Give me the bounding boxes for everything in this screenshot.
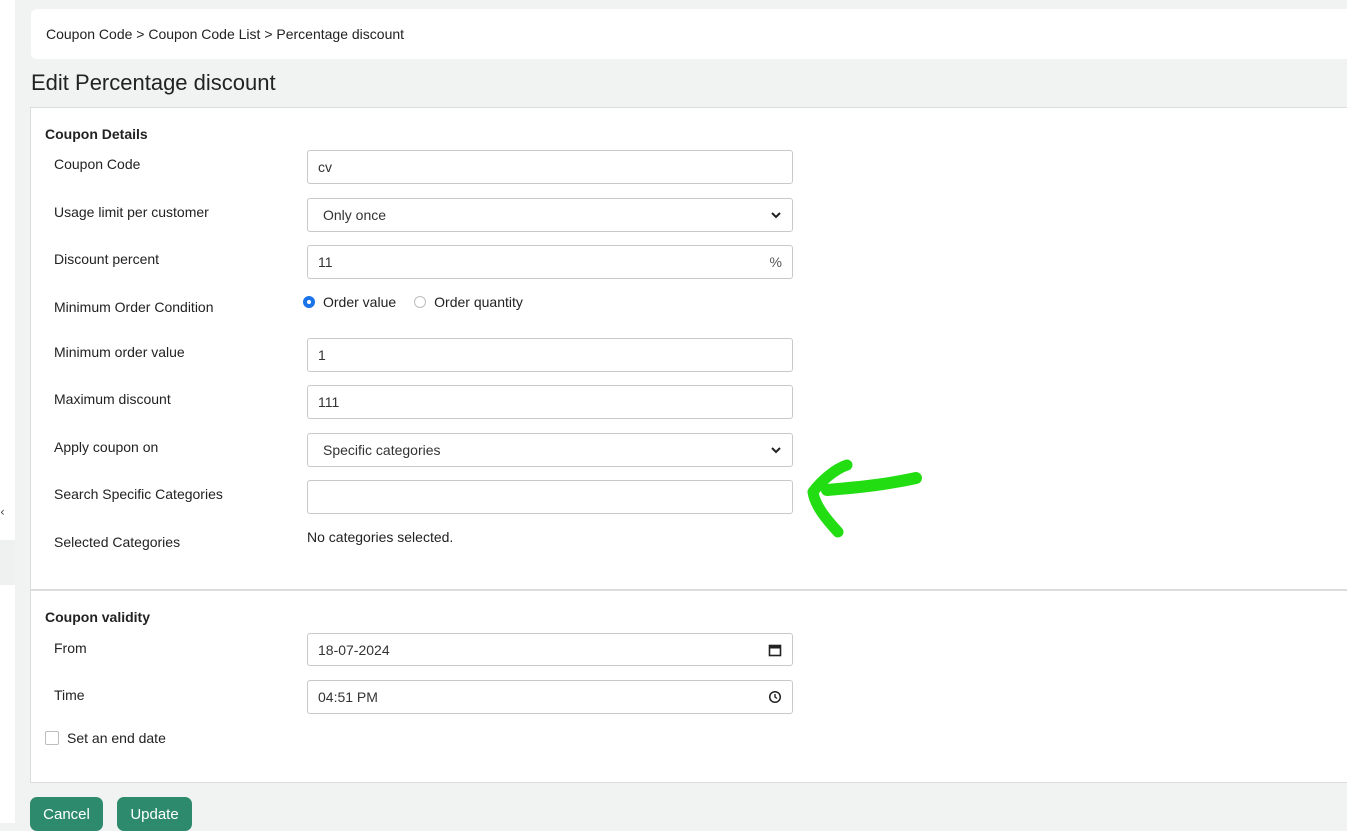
end-date-checkbox[interactable] (45, 731, 59, 745)
discount-percent-label: Discount percent (54, 251, 160, 267)
clock-icon[interactable] (768, 690, 782, 704)
section-title-coupon-validity: Coupon validity (45, 609, 150, 625)
breadcrumb-bar: Coupon Code > Coupon Code List > Percent… (31, 9, 1347, 59)
coupon-validity-card: Coupon validity From 18-07-2024 Time 04:… (30, 590, 1347, 783)
coupon-code-label: Coupon Code (54, 156, 141, 172)
discount-percent-input[interactable]: 11 % (307, 245, 793, 279)
min-order-condition-label: Minimum Order Condition (54, 299, 214, 315)
search-categories-label: Search Specific Categories (54, 486, 223, 502)
max-discount-label: Maximum discount (54, 391, 171, 407)
cancel-button[interactable]: Cancel (30, 797, 103, 831)
coupon-details-card: Coupon Details Coupon Code cv Usage limi… (30, 107, 1347, 590)
max-discount-value: 111 (318, 394, 340, 410)
apply-coupon-on-label: Apply coupon on (54, 439, 159, 455)
selected-categories-label: Selected Categories (54, 534, 181, 550)
page-title: Edit Percentage discount (31, 70, 276, 95)
time-label: Time (54, 687, 85, 703)
collapse-chevron-icon[interactable]: ‹ (0, 505, 5, 519)
radio-order-value-control[interactable] (303, 296, 315, 308)
from-date-input[interactable]: 18-07-2024 (307, 633, 793, 666)
time-value: 04:51 PM (318, 689, 378, 705)
from-date-value: 18-07-2024 (318, 641, 390, 658)
sidebar-active-item-edge[interactable] (0, 540, 15, 585)
min-order-value-input[interactable]: 1 (307, 338, 793, 372)
search-categories-input[interactable] (307, 480, 793, 514)
radio-order-quantity-control[interactable] (414, 296, 427, 308)
min-order-value-label: Minimum order value (54, 344, 185, 360)
update-button[interactable]: Update (117, 797, 192, 831)
coupon-code-value: cv (318, 159, 332, 175)
usage-limit-label: Usage limit per customer (54, 204, 209, 220)
radio-order-quantity[interactable]: Order quantity (414, 294, 523, 310)
min-order-value-value: 1 (318, 347, 326, 363)
sidebar-edge: ‹ (0, 0, 15, 823)
radio-order-value[interactable]: Order value (303, 294, 396, 310)
radio-order-quantity-label: Order quantity (434, 294, 523, 310)
discount-percent-value: 11 (318, 254, 333, 270)
end-date-toggle[interactable]: Set an end date (45, 730, 166, 746)
selected-categories-empty: No categories selected. (307, 529, 454, 545)
apply-coupon-on-select[interactable]: Specific categories (307, 433, 793, 467)
hand-drawn-arrow-icon (807, 459, 922, 538)
chevron-down-icon (771, 212, 781, 219)
from-label: From (54, 640, 87, 656)
chevron-down-icon (771, 447, 781, 454)
usage-limit-select[interactable]: Only once (307, 198, 793, 232)
min-order-condition-radios: Order value Order quantity (303, 294, 541, 310)
coupon-code-input[interactable]: cv (307, 150, 793, 184)
radio-order-value-label: Order value (323, 294, 397, 310)
usage-limit-value: Only once (323, 207, 387, 223)
apply-coupon-on-value: Specific categories (323, 442, 441, 458)
max-discount-input[interactable]: 111 (307, 385, 793, 419)
breadcrumb[interactable]: Coupon Code > Coupon Code List > Percent… (46, 26, 404, 42)
time-input[interactable]: 04:51 PM (307, 680, 793, 714)
percent-suffix: % (769, 254, 782, 270)
end-date-label: Set an end date (67, 730, 166, 746)
section-title-coupon-details: Coupon Details (45, 126, 148, 142)
calendar-icon[interactable] (768, 643, 782, 657)
